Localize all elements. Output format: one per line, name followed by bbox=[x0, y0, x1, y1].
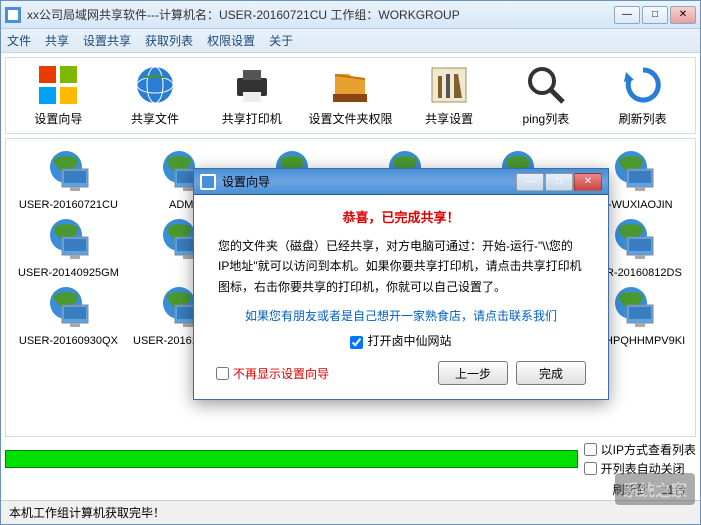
menu-share-settings[interactable]: 设置共享 bbox=[83, 32, 131, 49]
computer-item[interactable]: USER-20160930QX bbox=[14, 283, 123, 347]
checkbox-auto-close[interactable] bbox=[584, 462, 597, 475]
bottom-row: 以IP方式查看列表 开列表自动关闭 bbox=[5, 441, 696, 477]
window-title: xx公司局域网共享软件---计算机名：USER-20160721CU 工作组：W… bbox=[27, 6, 614, 23]
dialog-titlebar: 设置向导 ― □ ✕ bbox=[194, 169, 608, 195]
toolbar-label: 共享设置 bbox=[425, 110, 473, 127]
printer-icon bbox=[231, 64, 273, 106]
computer-icon bbox=[609, 147, 657, 195]
option-by-ip[interactable]: 以IP方式查看列表 bbox=[584, 441, 696, 458]
computer-icon bbox=[44, 215, 92, 263]
toolbar-label: ping列表 bbox=[523, 110, 570, 127]
globe-folder-icon bbox=[134, 64, 176, 106]
toolbar-label: 共享文件 bbox=[131, 110, 179, 127]
menu-permissions[interactable]: 权限设置 bbox=[207, 32, 255, 49]
computer-icon bbox=[44, 283, 92, 331]
dialog-title: 设置向导 bbox=[222, 173, 516, 190]
menu-get-list[interactable]: 获取列表 bbox=[145, 32, 193, 49]
dialog-heading: 恭喜，已完成共享！ bbox=[210, 207, 592, 226]
count-text: 刷新到：21台 bbox=[613, 481, 686, 498]
dialog-body: 恭喜，已完成共享！ 您的文件夹（磁盘）已经共享，对方电脑可通过：开始-运行-"\… bbox=[194, 195, 608, 399]
toolbar-share-file[interactable]: 共享文件 bbox=[115, 64, 195, 127]
toolbar: 设置向导 共享文件 共享打印机 设置文件夹权限 共享设置 ping列表 刷新列表 bbox=[5, 57, 696, 134]
computer-label: USER-20160930QX bbox=[14, 335, 123, 347]
status-bar: 本机工作组计算机获取完毕！ bbox=[1, 500, 700, 524]
dialog-no-show[interactable]: 不再显示设置向导 bbox=[216, 365, 430, 382]
dialog-message: 您的文件夹（磁盘）已经共享，对方电脑可通过：开始-运行-"\\您的IP地址"就可… bbox=[218, 236, 584, 297]
menubar: 文件 共享 设置共享 获取列表 权限设置 关于 bbox=[1, 29, 700, 53]
computer-icon bbox=[609, 215, 657, 263]
progress-bar bbox=[5, 450, 578, 468]
magnifier-icon bbox=[525, 64, 567, 106]
toolbar-label: 共享打印机 bbox=[222, 110, 282, 127]
tools-icon bbox=[428, 64, 470, 106]
minimize-button[interactable]: ― bbox=[614, 6, 640, 24]
menu-about[interactable]: 关于 bbox=[269, 32, 293, 49]
window-buttons: ― □ ✕ bbox=[614, 6, 696, 24]
computer-item[interactable]: USER-20160721CU bbox=[14, 147, 123, 211]
dialog-minimize-button[interactable]: ― bbox=[516, 173, 544, 191]
refresh-icon bbox=[622, 64, 664, 106]
toolbar-share-printer[interactable]: 共享打印机 bbox=[212, 64, 292, 127]
menu-share[interactable]: 共享 bbox=[45, 32, 69, 49]
dialog-open-site[interactable]: 打开卤中仙网站 bbox=[210, 332, 592, 349]
menu-file[interactable]: 文件 bbox=[7, 32, 31, 49]
toolbar-folder-perm[interactable]: 设置文件夹权限 bbox=[308, 64, 392, 127]
computer-icon bbox=[609, 283, 657, 331]
checkbox-by-ip[interactable] bbox=[584, 443, 597, 456]
computer-label: USER-20140925GM bbox=[14, 267, 123, 279]
toolbar-share-settings[interactable]: 共享设置 bbox=[409, 64, 489, 127]
toolbar-wizard[interactable]: 设置向导 bbox=[18, 64, 98, 127]
toolbar-label: 刷新列表 bbox=[619, 110, 667, 127]
computer-icon bbox=[44, 147, 92, 195]
checkbox-no-show[interactable] bbox=[216, 367, 229, 380]
folder-lock-icon bbox=[329, 64, 371, 106]
computer-item[interactable]: USER-20140925GM bbox=[14, 215, 123, 279]
count-row: 刷新到：21台 bbox=[5, 481, 696, 498]
dialog-footer: 不再显示设置向导 上一步 完成 bbox=[210, 361, 592, 389]
checkbox-open-site[interactable] bbox=[350, 336, 363, 349]
toolbar-refresh[interactable]: 刷新列表 bbox=[603, 64, 683, 127]
option-auto-close[interactable]: 开列表自动关闭 bbox=[584, 460, 696, 477]
finish-button[interactable]: 完成 bbox=[516, 361, 586, 385]
close-button[interactable]: ✕ bbox=[670, 6, 696, 24]
toolbar-ping[interactable]: ping列表 bbox=[506, 64, 586, 127]
options-panel: 以IP方式查看列表 开列表自动关闭 bbox=[584, 441, 696, 477]
toolbar-label: 设置向导 bbox=[34, 110, 82, 127]
app-icon bbox=[5, 7, 21, 23]
titlebar: xx公司局域网共享软件---计算机名：USER-20160721CU 工作组：W… bbox=[1, 1, 700, 29]
windows-logo-icon bbox=[37, 64, 79, 106]
computer-label: USER-20160721CU bbox=[14, 199, 123, 211]
dialog-link[interactable]: 如果您有朋友或者是自己想开一家熟食店，请点击联系我们 bbox=[210, 307, 592, 324]
wizard-dialog: 设置向导 ― □ ✕ 恭喜，已完成共享！ 您的文件夹（磁盘）已经共享，对方电脑可… bbox=[193, 168, 609, 400]
prev-button[interactable]: 上一步 bbox=[438, 361, 508, 385]
toolbar-label: 设置文件夹权限 bbox=[308, 110, 392, 127]
dialog-close-button[interactable]: ✕ bbox=[574, 173, 602, 191]
dialog-maximize-button[interactable]: □ bbox=[545, 173, 573, 191]
maximize-button[interactable]: □ bbox=[642, 6, 668, 24]
dialog-icon bbox=[200, 174, 216, 190]
